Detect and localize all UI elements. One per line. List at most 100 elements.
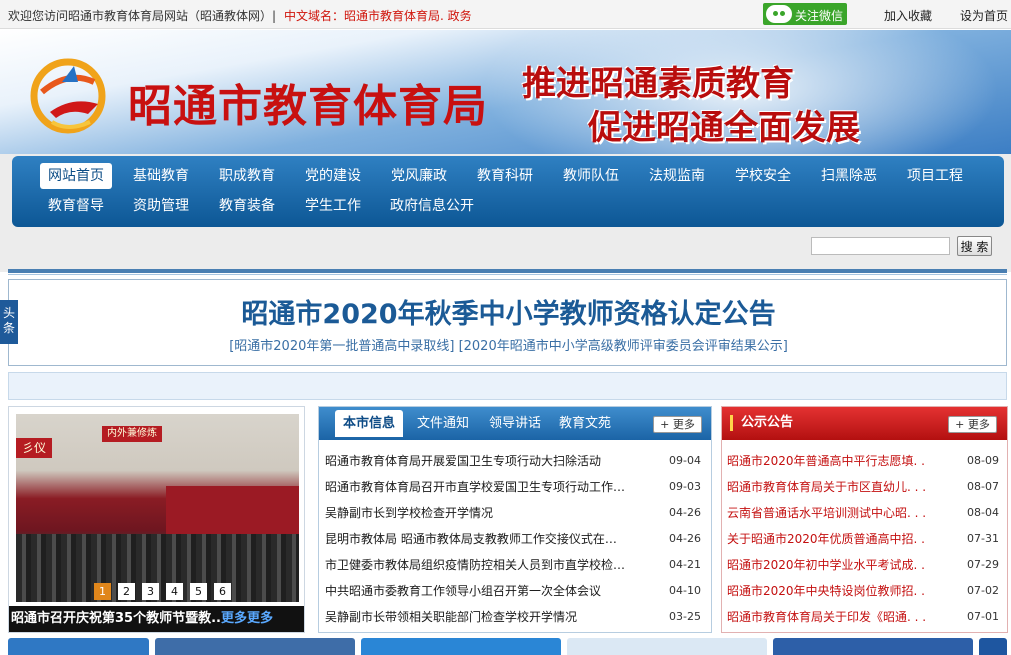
- news-row[interactable]: 昆明市教体局 昭通市教体局支教教师工作交接仪式在… 04-26: [325, 529, 707, 549]
- divider: [8, 269, 1007, 273]
- news-title[interactable]: 昭通市教育体育局召开市直学校爱国卫生专项行动工作…: [325, 477, 635, 497]
- notice-title[interactable]: 昭通市2020年普通高中平行志愿填. . .: [727, 451, 927, 471]
- news-title[interactable]: 市卫健委市教体局组织疫情防控相关人员到市直学校检…: [325, 555, 635, 575]
- news-row[interactable]: 吴静副市长带领相关职能部门检查学校开学情况 03-25: [325, 607, 707, 627]
- nav-item-8[interactable]: 法规监南: [641, 163, 713, 189]
- site-banner: 昭通市教育体育局 推进昭通素质教育 促进昭通全面发展: [0, 30, 1011, 154]
- notice-row[interactable]: 昭通市2020年初中学业水平考试成. . . 07-29: [727, 555, 1003, 575]
- news-row[interactable]: 市卫健委市教体局组织疫情防控相关人员到市直学校检… 04-21: [325, 555, 707, 575]
- photo-caption-text: 昭通市召开庆祝第35个教师节暨教..: [11, 611, 221, 626]
- nav-item-1[interactable]: 网站首页: [40, 163, 112, 189]
- notice-more-button[interactable]: + 更多: [948, 416, 997, 433]
- wechat-icon: [766, 5, 792, 23]
- notice-row[interactable]: 昭通市教育体育局关于印发《昭通. . . 07-01: [727, 607, 1003, 627]
- photo-caption[interactable]: 昭通市召开庆祝第35个教师节暨教..更多更多: [9, 606, 304, 632]
- carousel-page-1[interactable]: 1: [94, 583, 111, 600]
- news-title[interactable]: 吴静副市长带领相关职能部门检查学校开学情况: [325, 607, 635, 627]
- notice-title[interactable]: 昭通市2020年初中学业水平考试成. . .: [727, 555, 927, 575]
- bottom-tile[interactable]: [979, 638, 1007, 655]
- chinese-domain-text[interactable]: 中文域名：昭通市教育体育局. 政务: [284, 7, 472, 24]
- slogan-line-2: 促进昭通全面发展: [588, 108, 860, 148]
- carousel-page-6[interactable]: 6: [214, 583, 231, 600]
- news-photo[interactable]: 彡仪 内外兼修炼: [16, 414, 299, 602]
- follow-wechat-button[interactable]: 关注微信: [763, 3, 847, 25]
- notice-row[interactable]: 云南省普通话水平培训测试中心昭. . . 08-04: [727, 503, 1003, 523]
- nav-item-16[interactable]: 政府信息公开: [382, 193, 482, 219]
- bureau-logo-icon[interactable]: [28, 52, 108, 138]
- carousel-page-4[interactable]: 4: [166, 583, 183, 600]
- news-title[interactable]: 昭通市教育体育局开展爱国卫生专项行动大扫除活动: [325, 451, 635, 471]
- nav-item-6[interactable]: 教育科研: [469, 163, 541, 189]
- bottom-tiles: [8, 638, 1007, 655]
- news-tab-2[interactable]: 文件通知: [409, 410, 477, 437]
- headline-box: 昭通市2020年秋季中小学教师资格认定公告 [昭通市2020年第一批普通高中录取…: [8, 279, 1007, 366]
- search-button[interactable]: 搜 索: [957, 236, 992, 256]
- news-more-button[interactable]: + 更多: [653, 416, 702, 433]
- news-row[interactable]: 昭通市教育体育局召开市直学校爱国卫生专项行动工作… 09-03: [325, 477, 707, 497]
- bottom-tile[interactable]: [8, 638, 149, 655]
- main-nav: 网站首页 基础教育 职成教育 党的建设 党风廉政 教育科研 教师队伍 法规监南 学校安全 扫黑除恶…: [12, 156, 1004, 227]
- set-homepage-link[interactable]: 设为首页: [960, 7, 1008, 24]
- bottom-tile[interactable]: [361, 638, 561, 655]
- nav-item-12[interactable]: 教育督导: [40, 193, 112, 219]
- nav-item-7[interactable]: 教师队伍: [555, 163, 627, 189]
- headline-title[interactable]: 昭通市2020年秋季中小学教师资格认定公告: [9, 292, 1008, 331]
- add-favorite-link[interactable]: 加入收藏: [884, 7, 932, 24]
- notice-row[interactable]: 昭通市教育体育局关于市区直幼儿. . . 08-07: [727, 477, 1003, 497]
- bottom-tile[interactable]: [567, 638, 767, 655]
- nav-area: 网站首页 基础教育 职成教育 党的建设 党风廉政 教育科研 教师队伍 法规监南 学校安全 扫黑除恶…: [0, 154, 1011, 272]
- nav-item-9[interactable]: 学校安全: [727, 163, 799, 189]
- nav-item-2[interactable]: 基础教育: [125, 163, 197, 189]
- search-input[interactable]: [811, 237, 950, 255]
- headline-label: 头条: [0, 300, 18, 344]
- notice-row[interactable]: 关于昭通市2020年优质普通高中招. . . 07-31: [727, 529, 1003, 549]
- notice-row[interactable]: 昭通市2020年中央特设岗位教师招. . . 07-02: [727, 581, 1003, 601]
- news-panel: 本市信息 文件通知 领导讲话 教育文苑 + 更多 昭通市教育体育局开展爱国卫生专项行动…: [318, 406, 712, 633]
- news-tab-3[interactable]: 领导讲话: [481, 410, 549, 437]
- news-tab-1[interactable]: 本市信息: [335, 410, 404, 437]
- news-tab-4[interactable]: 教育文苑: [551, 410, 619, 437]
- news-row[interactable]: 吴静副市长到学校检查开学情况 04-26: [325, 503, 707, 523]
- news-date: 04-26: [669, 532, 701, 545]
- nav-item-4[interactable]: 党的建设: [297, 163, 369, 189]
- news-date: 04-21: [669, 558, 701, 571]
- divider-thin: [8, 274, 1007, 275]
- nav-item-3[interactable]: 职成教育: [211, 163, 283, 189]
- notice-date: 07-01: [967, 610, 999, 623]
- news-row[interactable]: 中共昭通市委教育工作领导小组召开第一次全体会议 04-10: [325, 581, 707, 601]
- carousel-page-3[interactable]: 3: [142, 583, 159, 600]
- top-bar: 欢迎您访问昭通市教育体育局网站（昭通教体网）| 中文域名：昭通市教育体育局. 政…: [0, 0, 1011, 29]
- bottom-tile[interactable]: [155, 638, 355, 655]
- slogan-line-1: 推进昭通素质教育: [522, 64, 794, 104]
- notice-date: 07-31: [967, 532, 999, 545]
- news-date: 09-03: [669, 480, 701, 493]
- news-title[interactable]: 吴静副市长到学校检查开学情况: [325, 503, 635, 523]
- nav-item-14[interactable]: 教育装备: [211, 193, 283, 219]
- notice-panel: 公示公告 + 更多 昭通市2020年普通高中平行志愿填. . . 08-09 昭通市…: [721, 406, 1008, 633]
- bottom-tile[interactable]: [773, 638, 973, 655]
- news-date: 03-25: [669, 610, 701, 623]
- carousel-page-2[interactable]: 2: [118, 583, 135, 600]
- nav-item-10[interactable]: 扫黑除恶: [813, 163, 885, 189]
- notice-title[interactable]: 云南省普通话水平培训测试中心昭. . .: [727, 503, 927, 523]
- notice-title: 公示公告: [730, 415, 793, 431]
- notice-date: 08-04: [967, 506, 999, 519]
- nav-item-11[interactable]: 项目工程: [899, 163, 971, 189]
- news-title[interactable]: 中共昭通市委教育工作领导小组召开第一次全体会议: [325, 581, 635, 601]
- site-title: 昭通市教育体育局: [128, 81, 488, 132]
- nav-item-15[interactable]: 学生工作: [297, 193, 369, 219]
- nav-item-13[interactable]: 资助管理: [125, 193, 197, 219]
- notice-title[interactable]: 昭通市教育体育局关于印发《昭通. . .: [727, 607, 927, 627]
- news-title[interactable]: 昆明市教体局 昭通市教体局支教教师工作交接仪式在…: [325, 529, 635, 549]
- notice-title[interactable]: 关于昭通市2020年优质普通高中招. . .: [727, 529, 927, 549]
- notice-title[interactable]: 昭通市2020年中央特设岗位教师招. . .: [727, 581, 927, 601]
- notice-row[interactable]: 昭通市2020年普通高中平行志愿填. . . 08-09: [727, 451, 1003, 471]
- carousel-page-5[interactable]: 5: [190, 583, 207, 600]
- notice-title[interactable]: 昭通市教育体育局关于市区直幼儿. . .: [727, 477, 927, 497]
- headline-sub-links[interactable]: [昭通市2020年第一批普通高中录取线] [2020年昭通市中小学高级教师评审委…: [9, 335, 1008, 354]
- news-date: 09-04: [669, 454, 701, 467]
- nav-item-5[interactable]: 党风廉政: [383, 163, 455, 189]
- news-date: 04-26: [669, 506, 701, 519]
- photo-more-link[interactable]: 更多更多: [221, 611, 273, 626]
- news-row[interactable]: 昭通市教育体育局开展爱国卫生专项行动大扫除活动 09-04: [325, 451, 707, 471]
